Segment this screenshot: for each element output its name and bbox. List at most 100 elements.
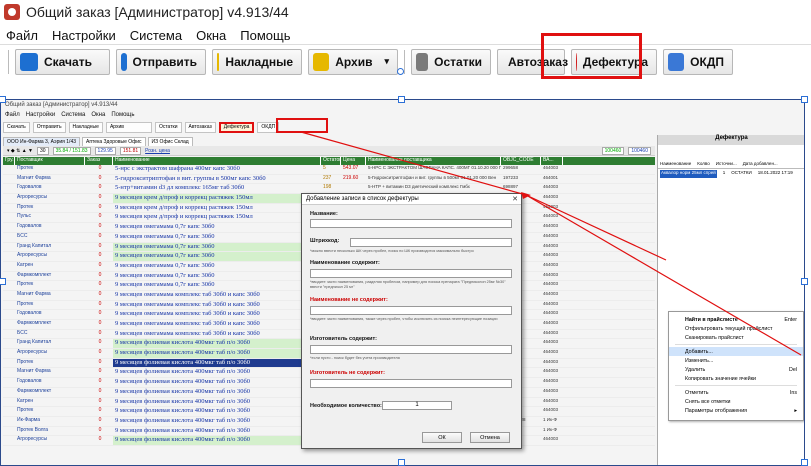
- cell-supplier: Протек: [17, 281, 34, 288]
- inner-menu-file[interactable]: Файл: [5, 112, 20, 118]
- col-name[interactable]: Наименование: [113, 157, 321, 165]
- inner-remainders-button[interactable]: Остатки: [154, 121, 182, 133]
- cell-name: 5-нрс с экстрактом шафрана 400мг капс 30…: [115, 165, 240, 172]
- defect-row[interactable]: Аквалор норм 25мл спрей 1 ОСТАТКИ 18.01.…: [658, 170, 804, 178]
- menu-help[interactable]: Помощь: [240, 28, 290, 43]
- defect-col-name[interactable]: Наименование: [660, 161, 691, 168]
- cell-name: 9 месяцев фолиевая кислота 400мкг таб п/…: [115, 426, 251, 434]
- download-button[interactable]: Скачать: [15, 48, 110, 75]
- remainders-button[interactable]: Остатки: [411, 48, 491, 75]
- contains-field[interactable]: [310, 269, 512, 278]
- menu-windows[interactable]: Окна: [196, 28, 226, 43]
- maker-field[interactable]: [310, 345, 512, 354]
- inner-defect-button[interactable]: Дефектура: [218, 121, 255, 133]
- resize-handle[interactable]: [398, 96, 405, 103]
- defect-col-source[interactable]: Источни...: [716, 161, 737, 168]
- close-icon[interactable]: ✕: [512, 195, 518, 203]
- cell-order: 0: [98, 232, 102, 239]
- col-code[interactable]: OBJC_CODE: [501, 157, 541, 165]
- invoices-button[interactable]: Накладные: [212, 48, 302, 75]
- col-group[interactable]: Гру...: [3, 157, 15, 165]
- cell-supplier-name: 5-НТР + витамин D3 диетический комплекс …: [368, 184, 470, 190]
- menu-file[interactable]: Файл: [6, 28, 38, 43]
- context-menu-item[interactable]: Копировать значение ячейки: [669, 374, 803, 383]
- row-marker: [3, 204, 15, 213]
- name-field[interactable]: [310, 219, 512, 228]
- cell-supplier: Гранд Капитал: [17, 339, 52, 346]
- table-row[interactable]: Магнит Фарма 0 5-гидрокситриптофан в вит. …: [3, 175, 655, 185]
- filter-icon[interactable]: ▾ ◆ ⇅ ▲ ▼: [7, 148, 33, 154]
- notcontains-field[interactable]: [310, 306, 512, 315]
- context-menu-label: Копировать значение ячейки: [685, 375, 756, 382]
- cell-va: 464003: [543, 300, 559, 306]
- col-va[interactable]: ВА...: [541, 157, 563, 165]
- context-menu-item[interactable]: Отметить Ins: [669, 388, 803, 397]
- resize-handle[interactable]: [398, 459, 405, 466]
- archive-button[interactable]: Архив ▾: [308, 48, 398, 75]
- archive-button-label: Архив: [335, 54, 373, 69]
- table-row[interactable]: Протек 0 5-нрс с экстрактом шафрана 400мг …: [3, 165, 655, 175]
- resize-handle[interactable]: [801, 459, 808, 466]
- resize-handle[interactable]: [0, 278, 6, 285]
- cell-supplier: Пульс: [17, 213, 32, 220]
- defect-col-qty[interactable]: Колво: [697, 161, 710, 168]
- app-logo-icon: [4, 4, 20, 20]
- col-supplier-name[interactable]: Наименование поставщика: [366, 157, 501, 165]
- cell-supplier: Катрен: [17, 261, 34, 268]
- cell-order: 0: [98, 300, 102, 307]
- defect-col-date[interactable]: Дата добавлен...: [743, 161, 778, 168]
- cell-va: 464003: [543, 329, 559, 335]
- inner-menu-windows[interactable]: Окна: [91, 112, 105, 118]
- menu-system[interactable]: Система: [130, 28, 182, 43]
- inner-download-button[interactable]: Скачать: [3, 121, 30, 133]
- inner-archive-button[interactable]: Архив: [105, 121, 152, 133]
- qty-field[interactable]: 1: [382, 401, 452, 410]
- context-menu-label: Отметить: [685, 389, 709, 396]
- inner-autoorder-button[interactable]: Автозаказ: [184, 121, 216, 133]
- price-mode-link[interactable]: Розн. цена: [145, 148, 170, 154]
- context-menu-item[interactable]: Удалить Del: [669, 365, 803, 374]
- cell-supplier: Магнит Фарма: [17, 368, 51, 375]
- inner-menu-system[interactable]: Система: [61, 112, 85, 118]
- col-supplier[interactable]: Поставщик: [15, 157, 85, 165]
- col-order[interactable]: Заказ: [85, 157, 113, 165]
- col-price[interactable]: Цена: [341, 157, 366, 165]
- inner-invoices-button[interactable]: Накладные: [68, 121, 103, 133]
- send-button[interactable]: Отправить: [116, 48, 206, 75]
- inner-send-button[interactable]: Отправить: [32, 121, 66, 133]
- context-menu-item[interactable]: Добавить...: [669, 347, 803, 356]
- resize-handle[interactable]: [0, 96, 6, 103]
- toolbar-grip: [8, 49, 9, 74]
- menu-settings[interactable]: Настройки: [52, 28, 116, 43]
- cell-order: 0: [98, 165, 102, 171]
- context-menu-item[interactable]: Сканировать прайслист: [669, 333, 803, 342]
- cell-order: 0: [98, 320, 102, 326]
- cell-order: 0: [98, 184, 102, 191]
- cell-order: 0: [98, 174, 102, 181]
- chevron-down-icon[interactable]: ▾: [384, 56, 389, 67]
- row-marker: [3, 339, 15, 348]
- context-menu-item[interactable]: Снять все отметки: [669, 397, 803, 406]
- okdp-button[interactable]: ОКДП: [663, 48, 733, 75]
- context-menu-item[interactable]: Найти в прайслисте Enter: [669, 315, 803, 324]
- row-marker: [3, 213, 15, 222]
- cell-va: 464003: [543, 203, 559, 209]
- cell-name: 9 месяцев фолиевая кислота 400мкг таб п/…: [113, 349, 321, 358]
- inner-menu-settings[interactable]: Настройки: [26, 112, 55, 118]
- barcode-field[interactable]: [350, 238, 512, 247]
- col-rest[interactable]: Остаток: [321, 157, 341, 165]
- row-marker: [3, 320, 15, 329]
- notmaker-field[interactable]: [310, 379, 512, 388]
- cancel-button[interactable]: Отмена: [470, 432, 510, 443]
- context-menu-item[interactable]: Параметры отображения ▸: [669, 406, 803, 415]
- context-menu-item[interactable]: Отфильтровать текущий прайслист: [669, 324, 803, 333]
- inner-menu-help[interactable]: Помощь: [111, 112, 134, 118]
- cell-order: 0: [98, 310, 102, 317]
- rotate-handle[interactable]: [397, 68, 404, 75]
- page-input[interactable]: 30: [37, 146, 49, 155]
- resize-handle[interactable]: [801, 96, 808, 103]
- contains-hint: *вводите части наименования, разделяя пр…: [310, 280, 506, 289]
- resize-handle[interactable]: [801, 278, 808, 285]
- ok-button[interactable]: ОК: [422, 432, 462, 443]
- context-menu-item[interactable]: Изменить...: [669, 356, 803, 365]
